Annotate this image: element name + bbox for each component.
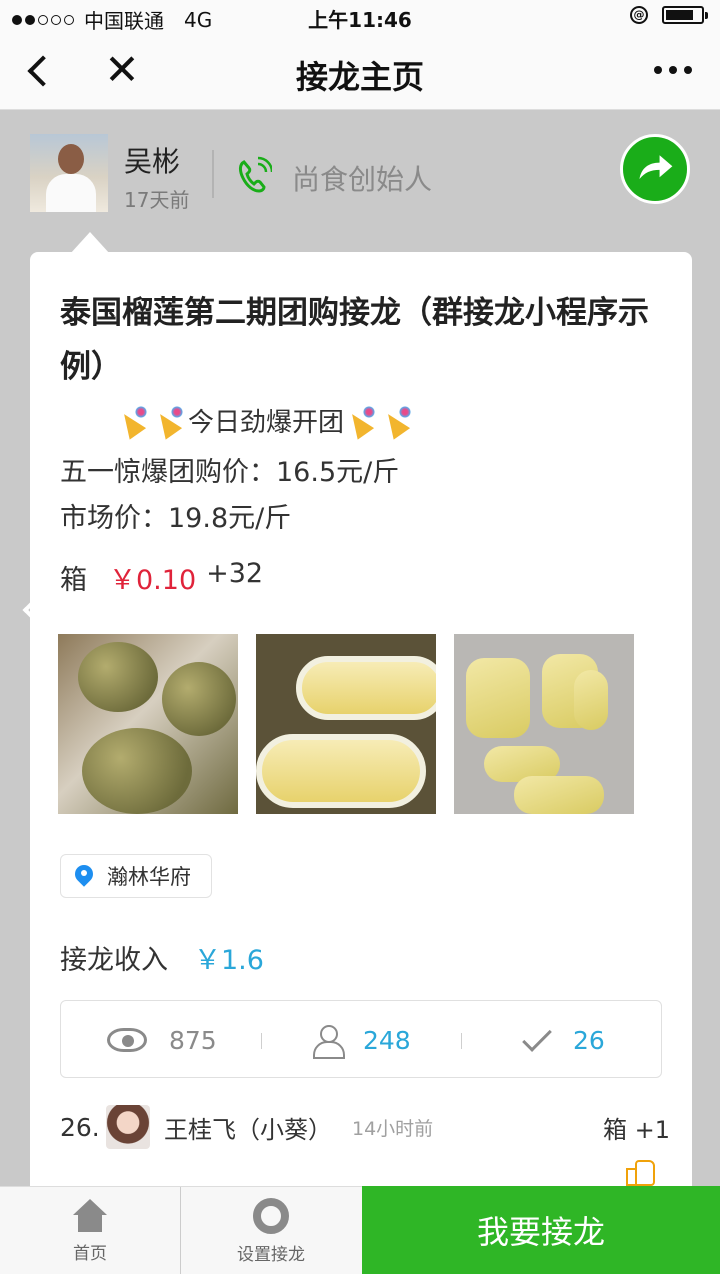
product-image[interactable]: [58, 634, 238, 814]
status-right: @: [630, 6, 708, 24]
share-button[interactable]: [620, 134, 690, 204]
party-popper-icon: [345, 404, 379, 438]
promo-text: 今日劲爆开团: [188, 408, 345, 438]
market-price-text: 市场价：19.8元/斤: [60, 503, 292, 534]
author-avatar[interactable]: [30, 134, 108, 212]
income-row: 接龙收入 ￥1.6: [60, 938, 264, 977]
image-gallery: [58, 634, 634, 814]
group-price-text: 五一惊爆团购价：16.5元/斤: [60, 457, 400, 488]
share-icon: [639, 155, 673, 180]
thumbs-up-icon[interactable]: [626, 1158, 655, 1186]
phone-icon[interactable]: [236, 156, 272, 196]
promo-line: 今日劲爆开团: [116, 402, 416, 439]
author-role: 尚食创始人: [292, 163, 433, 196]
unit-label: 箱: [60, 565, 87, 596]
views-stat[interactable]: 875: [107, 1001, 217, 1079]
product-image[interactable]: [454, 634, 634, 814]
party-popper-icon: [117, 404, 151, 438]
post-card: 泰国榴莲第二期团购接龙（群接龙小程序示例） 今日劲爆开团 五一惊爆团购价：16.…: [30, 252, 692, 1212]
status-time: 上午11:46: [308, 8, 412, 32]
author-header: 吴彬 17天前 尚食创始人: [0, 110, 720, 240]
order-index: 26.: [60, 1112, 100, 1142]
home-icon: [71, 1198, 109, 1233]
tab-settings-label: 设置接龙: [237, 1244, 305, 1265]
gear-icon: [253, 1197, 289, 1234]
unit-count: +32: [206, 558, 264, 589]
party-popper-icon: [153, 404, 187, 438]
more-icon[interactable]: [654, 66, 692, 74]
income-label: 接龙收入: [60, 945, 168, 976]
post-title: 泰国榴莲第二期团购接龙（群接龙小程序示例）: [60, 295, 649, 385]
order-quantity: 箱 +1: [602, 1115, 670, 1144]
card-pointer: [70, 232, 110, 254]
order-time: 14小时前: [352, 1117, 434, 1140]
orders-stat[interactable]: 26: [522, 1001, 605, 1079]
orders-count: 26: [573, 1025, 605, 1055]
stats-bar: 875 248 26: [60, 1000, 662, 1078]
tab-settings[interactable]: 设置接龙: [181, 1187, 361, 1274]
nav-bar: ✕ 接龙主页: [0, 34, 720, 110]
tab-home-label: 首页: [73, 1243, 107, 1264]
author-time-ago: 17天前: [124, 188, 190, 212]
page-title: 接龙主页: [295, 58, 424, 96]
person-icon: [313, 1025, 345, 1059]
stat-divider: [261, 1033, 262, 1049]
author-divider: [212, 150, 214, 198]
price-row: 箱 ￥0.10 +32: [60, 558, 263, 597]
location-pin-icon: [75, 865, 93, 887]
check-icon: [522, 1022, 552, 1052]
location-chip[interactable]: 瀚林华府: [60, 854, 212, 898]
eye-icon: [107, 1028, 147, 1052]
order-name: 王桂飞（小葵）: [164, 1115, 332, 1144]
product-image[interactable]: [256, 634, 436, 814]
avatar: [106, 1105, 150, 1149]
order-list-item[interactable]: 26. 王桂飞（小葵） 14小时前 箱 +1: [60, 1102, 670, 1152]
orientation-lock-icon: @: [630, 6, 648, 24]
stat-divider: [461, 1033, 462, 1049]
unit-price: ￥0.10: [109, 565, 197, 596]
battery-icon: [662, 6, 708, 24]
location-label: 瀚林华府: [107, 865, 191, 889]
author-name: 吴彬: [124, 145, 181, 178]
party-popper-icon: [381, 404, 415, 438]
income-value: ￥1.6: [194, 945, 264, 976]
views-count: 875: [169, 1025, 217, 1055]
join-button[interactable]: 我要接龙: [362, 1186, 720, 1274]
tab-home[interactable]: 首页: [0, 1187, 180, 1274]
status-bar: 中国联通 4G 上午11:46 @: [0, 0, 720, 34]
participants-stat[interactable]: 248: [313, 1001, 411, 1079]
participants-count: 248: [363, 1025, 411, 1055]
